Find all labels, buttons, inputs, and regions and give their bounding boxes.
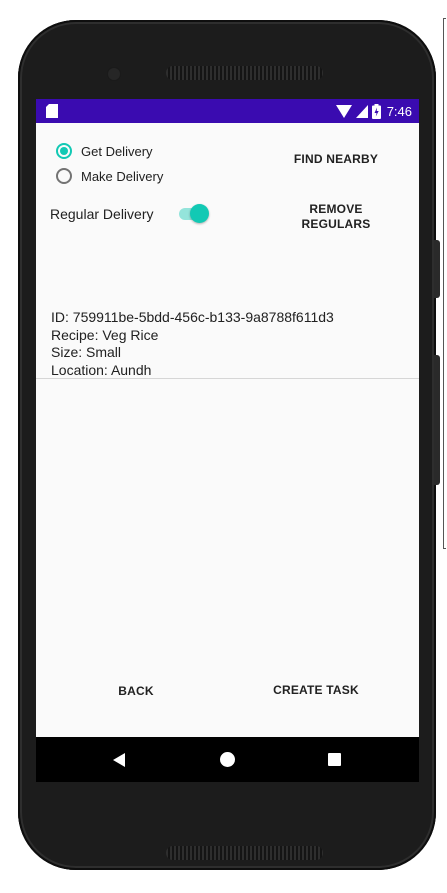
top-speaker-grille [166, 66, 323, 80]
radio-make-delivery[interactable]: Make Delivery [56, 168, 163, 184]
power-button [434, 355, 440, 485]
switch-thumb [190, 204, 209, 223]
remove-regulars-label-line2: REGULARS [301, 217, 371, 231]
find-nearby-label: FIND NEARBY [293, 152, 379, 166]
delivery-recipe: Recipe: Veg Rice [51, 326, 159, 343]
delivery-id: ID: 759911be-5bdd-456c-b133-9a8788f611d3 [51, 309, 334, 325]
status-bar: 7:46 [36, 99, 419, 123]
back-label: BACK [118, 684, 154, 698]
app-screen: 7:46 Get Delivery Make Delivery FIND NEA… [36, 99, 419, 782]
create-task-label: CREATE TASK [273, 683, 359, 697]
delivery-details: ID: 759911be-5bdd-456c-b133-9a8788f611d3… [51, 309, 334, 379]
window-edge [443, 18, 446, 549]
bottom-speaker-grille [166, 846, 323, 860]
delivery-location: Location: Aundh [51, 361, 152, 378]
cell-signal-icon [355, 104, 368, 118]
nav-home-icon[interactable] [220, 752, 235, 767]
delivery-size: Size: Small [51, 344, 122, 360]
radio-make-delivery-label: Make Delivery [81, 168, 164, 184]
battery-charging-icon [371, 103, 381, 119]
wifi-icon [335, 104, 352, 118]
back-button[interactable]: BACK [106, 684, 166, 699]
regular-delivery-switch[interactable] [179, 204, 209, 224]
front-camera [108, 68, 120, 80]
remove-regulars-button[interactable]: REMOVE REGULARS [286, 202, 386, 232]
nav-back-icon[interactable] [113, 753, 125, 767]
radio-get-delivery-label: Get Delivery [81, 143, 153, 159]
sd-card-icon [46, 104, 58, 118]
radio-make-delivery-indicator[interactable] [56, 168, 72, 184]
radio-get-delivery[interactable]: Get Delivery [56, 143, 153, 159]
volume-button [434, 240, 440, 298]
remove-regulars-label-line1: REMOVE [309, 202, 363, 216]
create-task-button[interactable]: CREATE TASK [261, 683, 371, 698]
regular-delivery-label: Regular Delivery [50, 206, 154, 222]
status-icons: 7:46 [335, 102, 412, 120]
status-time: 7:46 [386, 103, 412, 119]
nav-recents-icon[interactable] [328, 753, 341, 766]
radio-get-delivery-indicator[interactable] [56, 143, 72, 159]
list-divider [36, 378, 419, 379]
navigation-bar [36, 737, 419, 782]
find-nearby-button[interactable]: FIND NEARBY [281, 152, 391, 167]
